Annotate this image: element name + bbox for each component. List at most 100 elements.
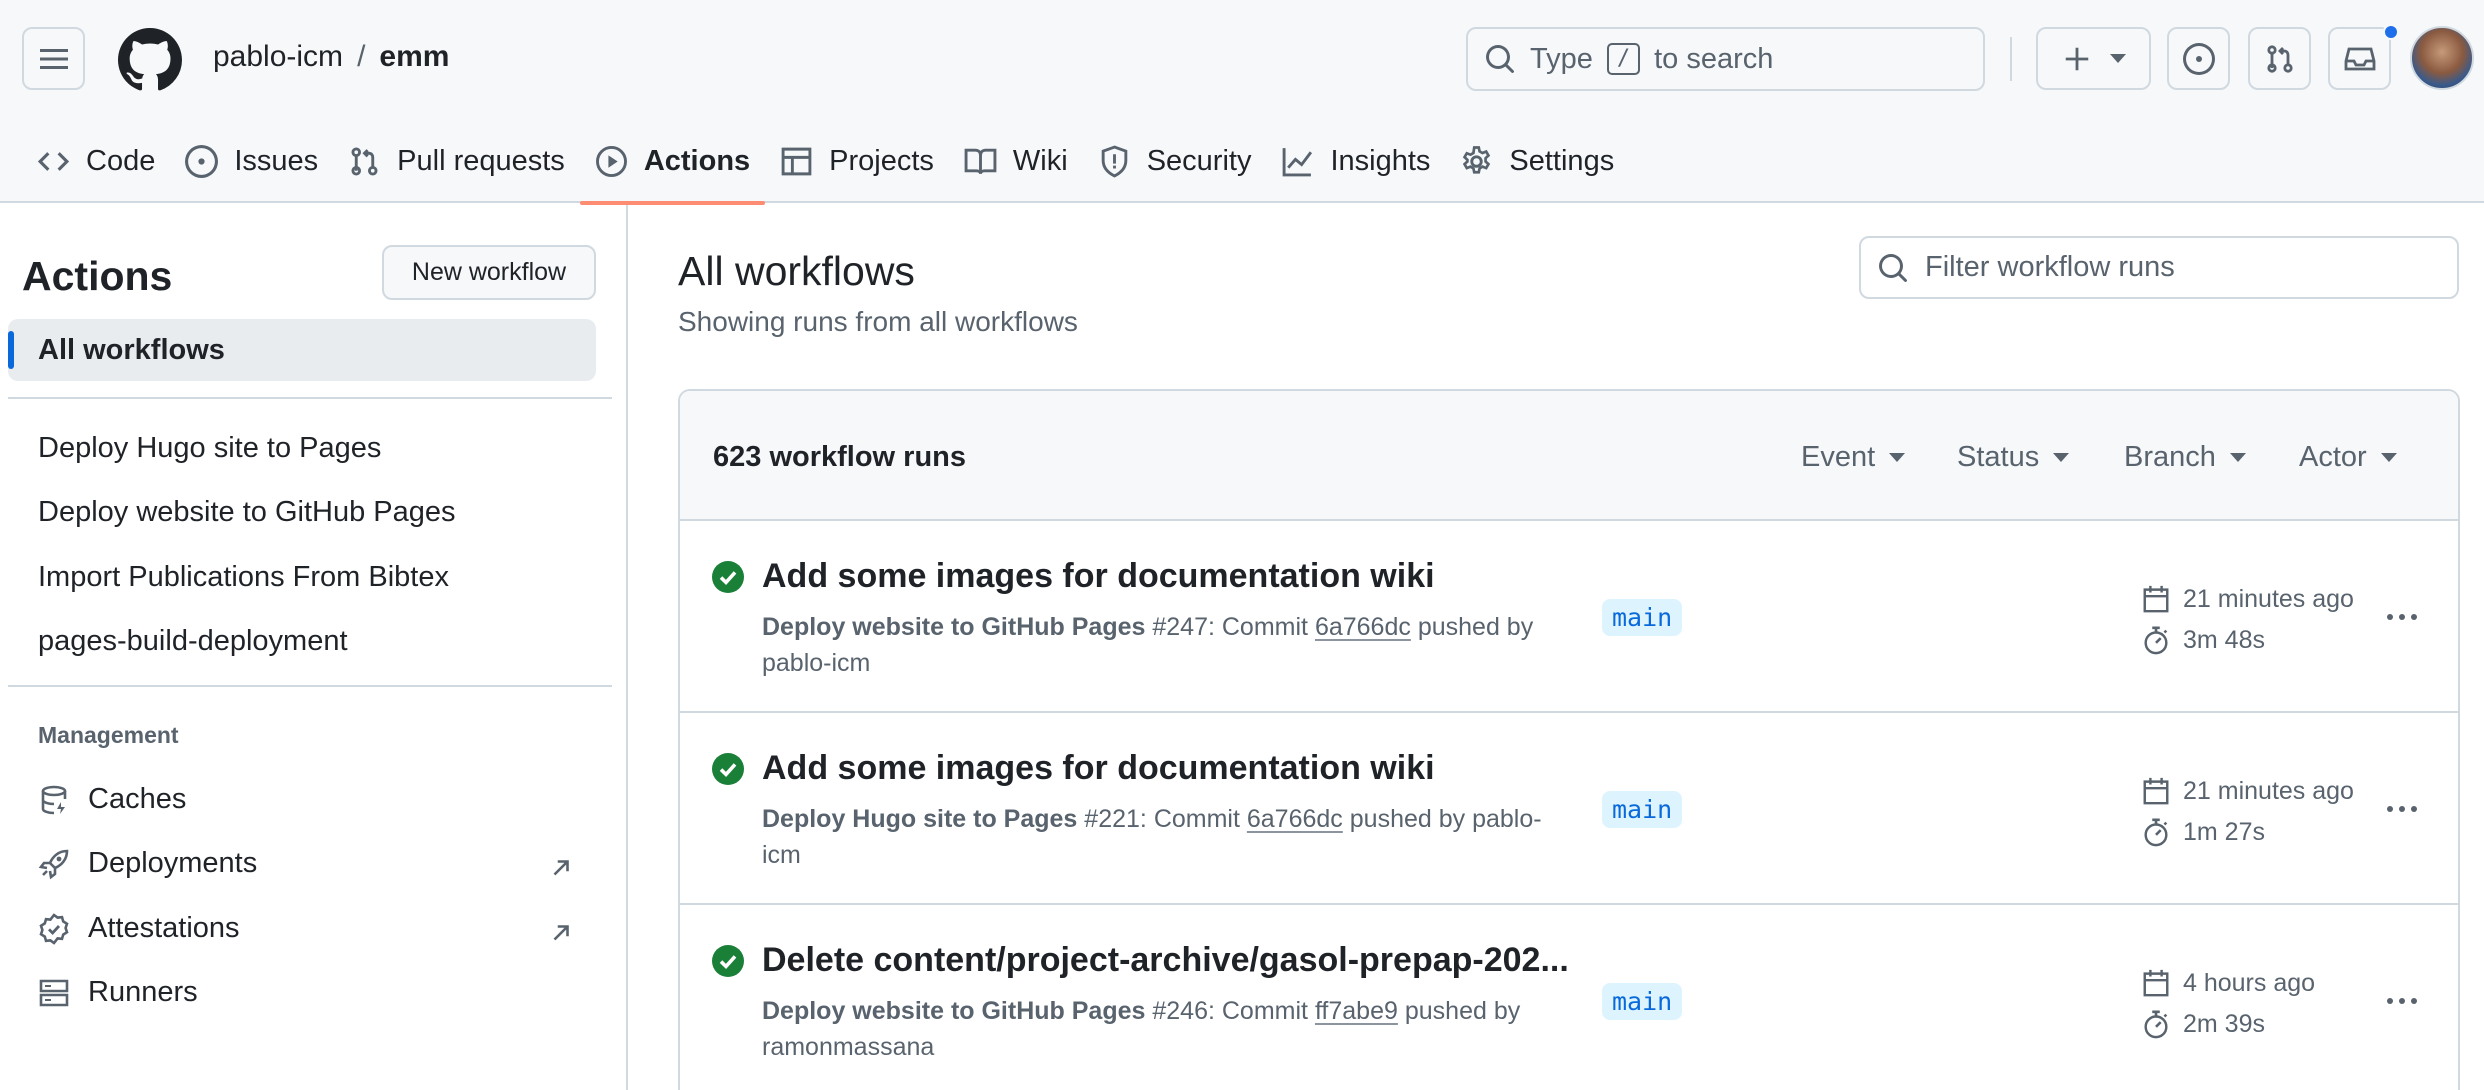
workflow-run-row[interactable]: Add some images for documentation wiki D… xyxy=(680,521,2458,713)
chevron-down-icon xyxy=(1889,453,1906,462)
search-prefix: Type xyxy=(1530,42,1593,75)
tab-label: Actions xyxy=(643,145,751,177)
sidebar-item-workflow[interactable]: pages-build-deployment xyxy=(38,625,348,658)
tab-settings[interactable]: Settings xyxy=(1445,120,1629,203)
tab-wiki[interactable]: Wiki xyxy=(949,120,1083,203)
dropdown-label: Status xyxy=(1957,441,2040,473)
sidebar-item-caches[interactable]: Caches xyxy=(38,783,186,816)
breadcrumb-separator: / xyxy=(357,40,366,73)
actions-sidebar: Actions New workflow All workflows Deplo… xyxy=(0,205,628,1090)
sidebar-item-workflow[interactable]: Deploy website to GitHub Pages xyxy=(38,496,456,529)
inbox-icon xyxy=(2344,47,2375,70)
tab-insights[interactable]: Insights xyxy=(1266,120,1445,203)
tab-label: Insights xyxy=(1330,145,1431,177)
run-commit-label: : Commit xyxy=(1207,997,1308,1025)
calendar-icon xyxy=(2143,969,2169,997)
commit-sha-link[interactable]: ff7abe9 xyxy=(1315,997,1398,1025)
tab-code[interactable]: Code xyxy=(22,120,170,203)
server-icon xyxy=(39,979,69,1006)
chevron-down-icon xyxy=(2229,453,2246,462)
issue-opened-icon xyxy=(2182,42,2215,75)
run-duration-value: 1m 27s xyxy=(2183,817,2265,846)
graph-icon xyxy=(1283,148,1313,177)
tab-actions[interactable]: Actions xyxy=(579,120,766,205)
tab-security[interactable]: Security xyxy=(1083,120,1267,203)
status-filter-dropdown[interactable]: Status xyxy=(1957,441,2070,474)
new-workflow-button[interactable]: New workflow xyxy=(382,245,596,300)
menu-button[interactable] xyxy=(22,27,85,90)
inbox-button[interactable] xyxy=(2328,27,2391,90)
stopwatch-icon xyxy=(2144,626,2168,655)
tab-label: Settings xyxy=(1509,145,1615,177)
run-duration-value: 3m 48s xyxy=(2183,625,2265,654)
tab-pull-requests[interactable]: Pull requests xyxy=(333,120,580,203)
branch-label[interactable]: main xyxy=(1602,791,1683,828)
run-commit-label: : Commit xyxy=(1207,613,1308,641)
run-options-kebab-icon[interactable] xyxy=(2380,791,2424,827)
sidebar-item-runners[interactable]: Runners xyxy=(38,976,198,1009)
avatar[interactable] xyxy=(2410,26,2474,90)
pull-requests-button[interactable] xyxy=(2248,27,2311,90)
issue-opened-icon xyxy=(185,145,219,178)
sidebar-item-workflow[interactable]: Import Publications From Bibtex xyxy=(38,561,449,594)
chevron-down-icon xyxy=(2053,453,2070,462)
top-bar: pablo-icm / emm Type / to search xyxy=(0,0,2484,120)
run-number: #246 xyxy=(1152,997,1208,1025)
sidebar-item-all-workflows[interactable]: All workflows xyxy=(8,319,596,381)
sidebar-item-workflow[interactable]: Deploy Hugo site to Pages xyxy=(38,432,381,465)
run-when: 4 hours ago xyxy=(2183,968,2316,997)
run-title-link[interactable]: Add some images for documentation wiki xyxy=(762,749,1435,788)
run-options-kebab-icon[interactable] xyxy=(2380,599,2424,635)
github-logo-icon[interactable] xyxy=(118,28,182,92)
workflow-runs-list: 623 workflow runs Event Status Branch Ac… xyxy=(678,389,2460,1090)
run-when: 21 minutes ago xyxy=(2183,584,2354,613)
repo-owner-link[interactable]: pablo-icm xyxy=(213,40,343,74)
commit-sha-link[interactable]: 6a766dc xyxy=(1315,613,1411,641)
branch-label[interactable]: main xyxy=(1602,983,1683,1020)
link-external-icon xyxy=(553,925,569,941)
tab-label: Code xyxy=(86,145,156,177)
commit-sha-link[interactable]: 6a766dc xyxy=(1247,805,1343,833)
run-pushed-by: pushed by xyxy=(1417,613,1534,641)
branch-filter-dropdown[interactable]: Branch xyxy=(2124,441,2246,474)
search-suffix: to search xyxy=(1654,42,1774,75)
filter-runs-input[interactable]: Filter workflow runs xyxy=(1859,236,2459,299)
search-icon xyxy=(1879,253,1907,282)
code-icon xyxy=(37,152,70,171)
workflow-run-row[interactable]: Delete content/project-archive/gasol-pre… xyxy=(680,905,2458,1090)
issues-button[interactable] xyxy=(2167,27,2230,90)
play-icon xyxy=(595,146,627,177)
verified-icon xyxy=(39,912,69,945)
stopwatch-icon xyxy=(2144,818,2168,847)
branch-label[interactable]: main xyxy=(1602,599,1683,636)
chevron-down-icon xyxy=(2380,453,2397,462)
run-options-kebab-icon[interactable] xyxy=(2380,983,2424,1019)
run-title-link[interactable]: Add some images for documentation wiki xyxy=(762,557,1435,596)
run-workflow-name: Deploy website to GitHub Pages xyxy=(762,997,1146,1025)
tab-issues[interactable]: Issues xyxy=(170,120,333,203)
runs-count: 623 workflow runs xyxy=(713,441,967,473)
dropdown-label: Event xyxy=(1801,441,1876,473)
sidebar-item-attestations[interactable]: Attestations xyxy=(38,912,240,945)
sidebar-item-deployments[interactable]: Deployments xyxy=(38,847,257,880)
actor-filter-dropdown[interactable]: Actor xyxy=(2299,441,2397,474)
search-input[interactable]: Type / to search xyxy=(1466,27,1985,91)
tab-label: Issues xyxy=(234,145,319,177)
run-number: #221 xyxy=(1084,805,1140,833)
tab-label: Pull requests xyxy=(397,145,565,177)
create-new-button[interactable] xyxy=(2036,27,2151,90)
workflow-run-row[interactable]: Add some images for documentation wiki D… xyxy=(680,713,2458,905)
repo-name-link[interactable]: emm xyxy=(379,40,449,74)
tab-projects[interactable]: Projects xyxy=(765,120,949,203)
run-title-link[interactable]: Delete content/project-archive/gasol-pre… xyxy=(762,941,1569,980)
git-pull-request-icon xyxy=(351,147,378,176)
event-filter-dropdown[interactable]: Event xyxy=(1801,441,1906,474)
run-duration: 1m 27s xyxy=(2141,817,2265,847)
management-heading: Management xyxy=(38,722,179,748)
dropdown-label: Actor xyxy=(2299,441,2367,473)
run-timestamp: 21 minutes ago xyxy=(2141,776,2354,806)
shield-icon xyxy=(1101,145,1127,178)
plus-icon xyxy=(2065,47,2088,70)
filter-placeholder: Filter workflow runs xyxy=(1925,251,2175,283)
sidebar-title: Actions xyxy=(22,253,173,299)
